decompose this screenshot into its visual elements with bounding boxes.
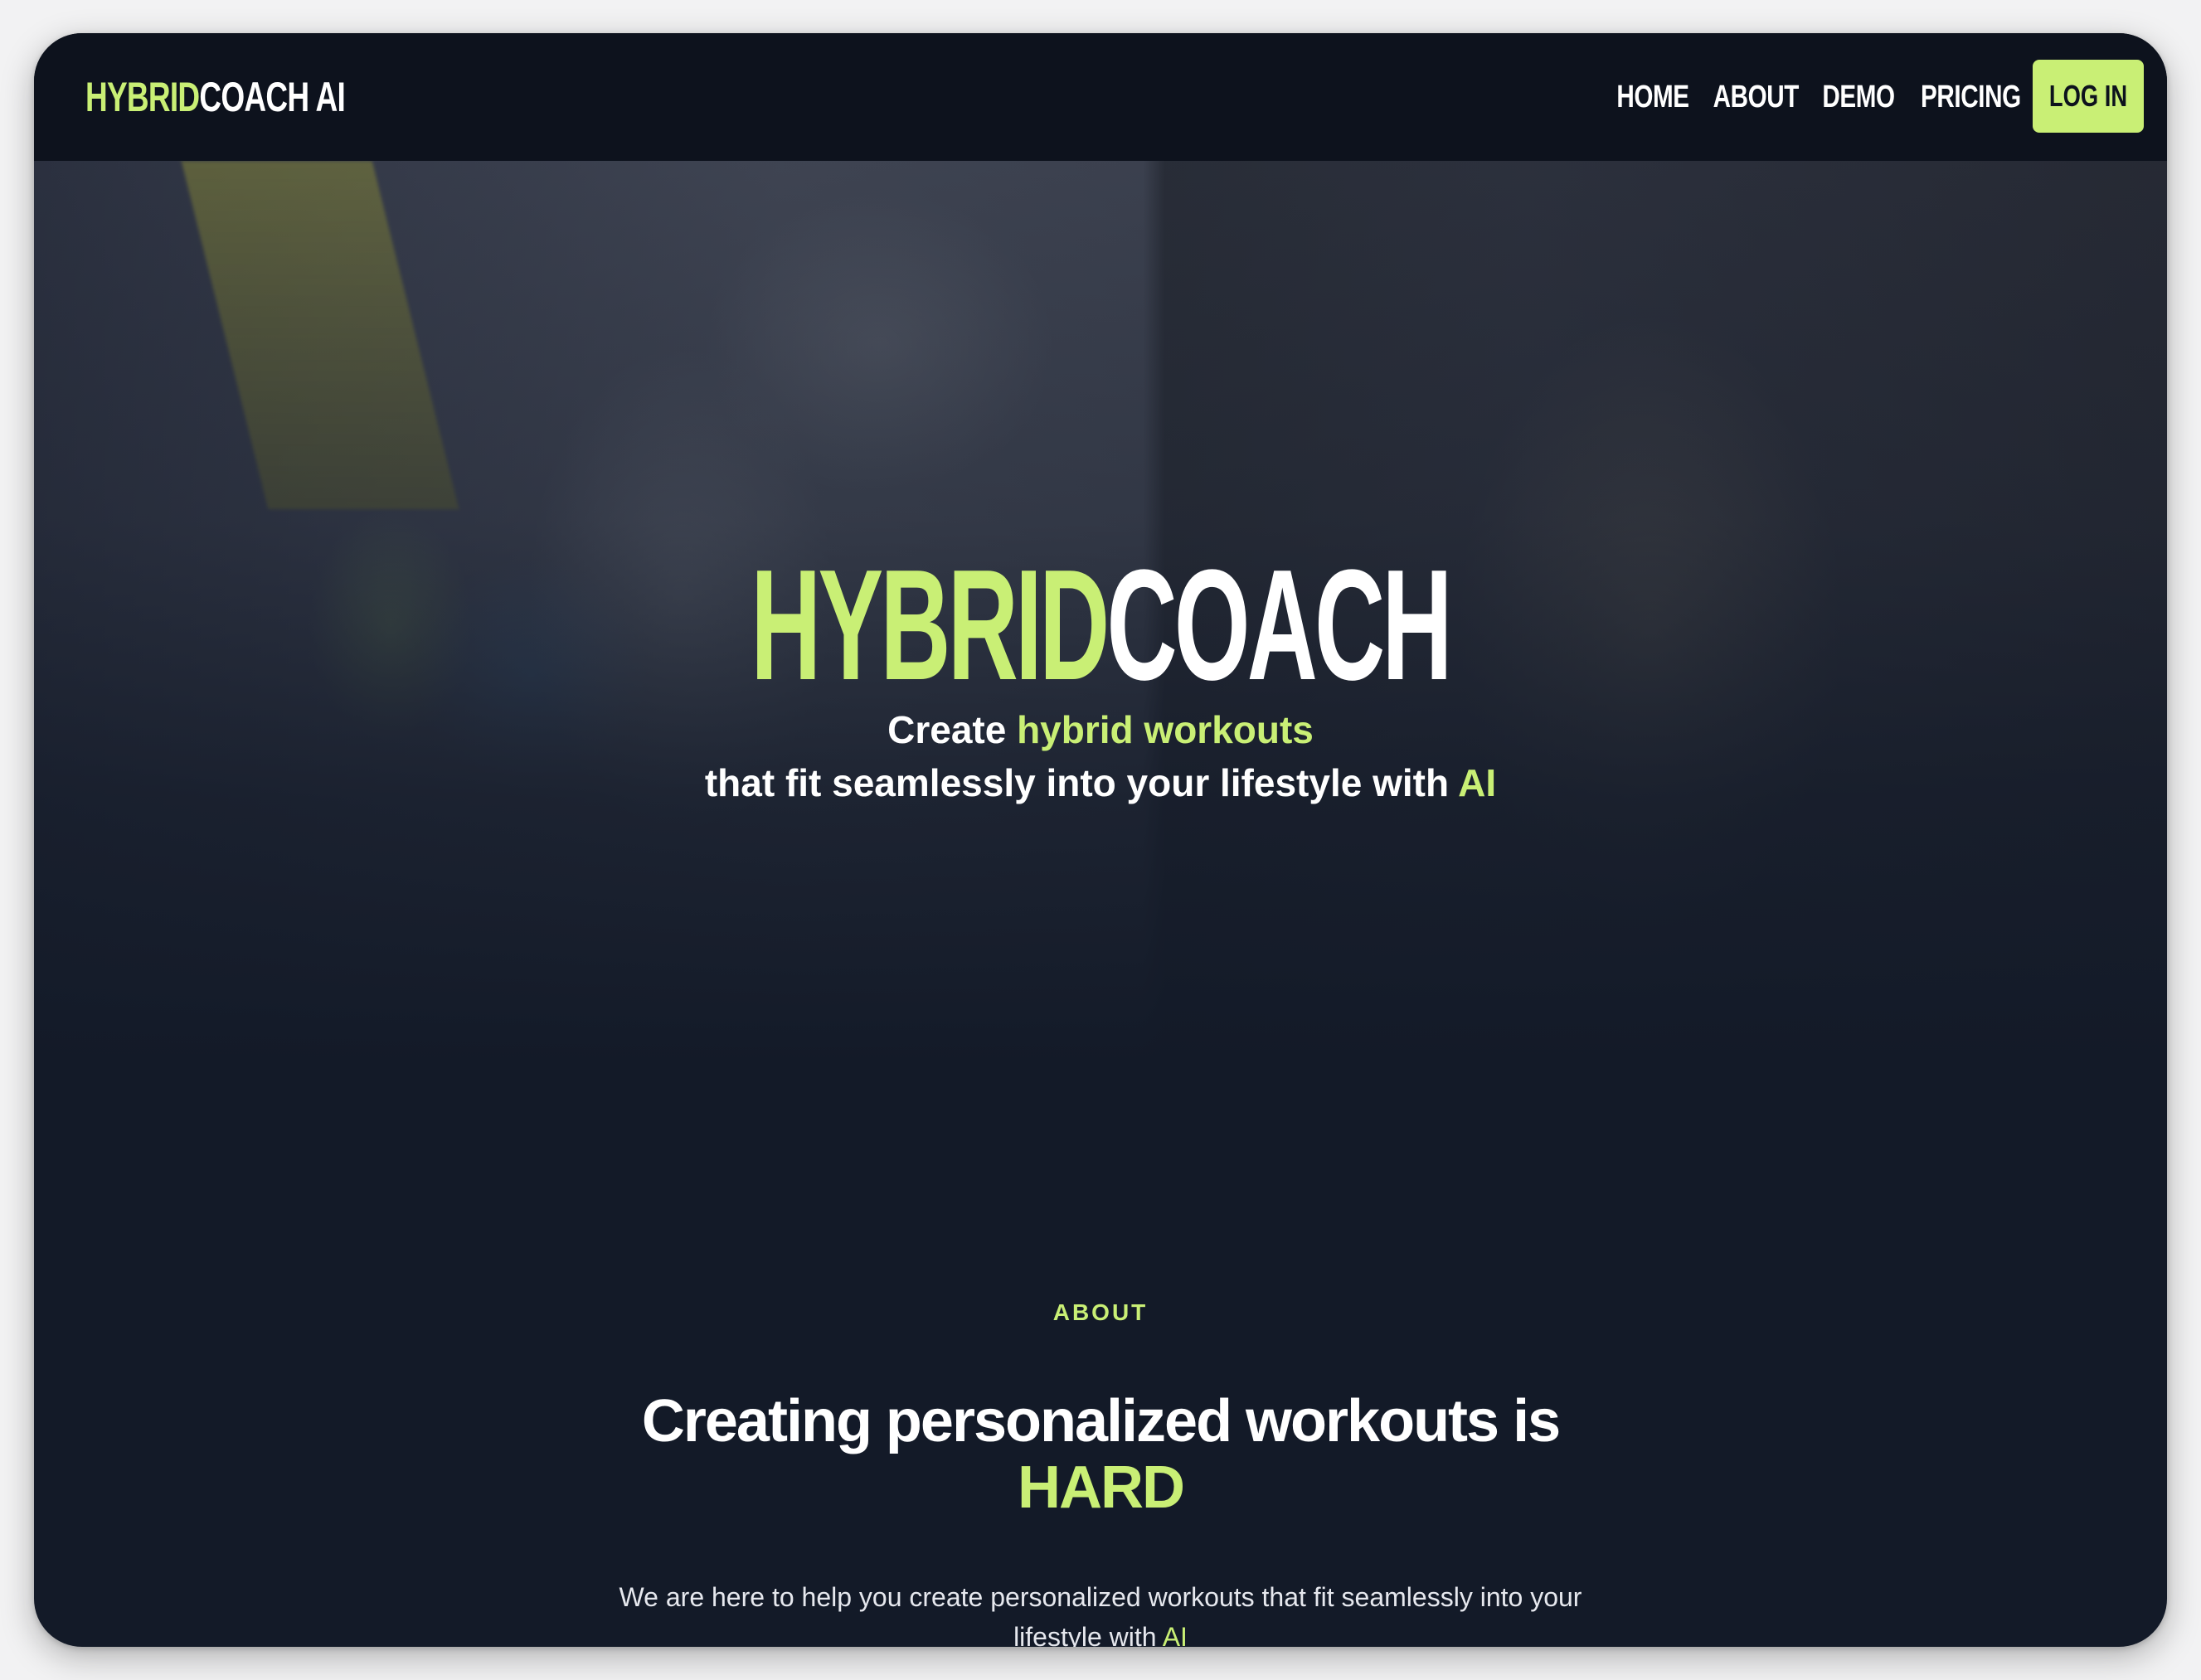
nav-links: HOME ABOUT DEMO PRICING (1615, 70, 2027, 124)
about-eyebrow: ABOUT (1052, 1299, 1149, 1325)
about-body: We are here to help you create personali… (34, 1577, 2167, 1647)
hero-title-rest: COACH (1106, 537, 1453, 713)
login-button-label: LOG IN (2048, 79, 2128, 113)
about-body-line1: We are here to help you create personali… (619, 1582, 1582, 1612)
hero-title: HYBRIDCOACH (34, 546, 2167, 704)
logo-text: COACH AI (199, 74, 346, 120)
about-body-line2-prefix: lifestyle with (1013, 1622, 1163, 1647)
hero-subtitle: Create hybrid workouts that fit seamless… (34, 703, 2167, 809)
browser-window: HYBRIDCOACH AI HOME ABOUT DEMO PRICING L… (34, 33, 2167, 1647)
logo-accent-text: HYBRID (85, 74, 200, 120)
nav-link-demo[interactable]: DEMO (1822, 80, 1895, 115)
about-body-line2-accent: AI (1162, 1622, 1188, 1647)
hero-sub-line2-prefix: that fit seamlessly into your lifestyle … (704, 761, 1459, 804)
about-heading: Creating personalized workouts is HARD (34, 1388, 2167, 1521)
top-navbar: HYBRIDCOACH AI HOME ABOUT DEMO PRICING L… (34, 33, 2167, 161)
nav-link-pricing[interactable]: PRICING (1921, 80, 2021, 115)
brand-logo[interactable]: HYBRIDCOACH AI (85, 70, 346, 124)
about-heading-text: Creating personalized workouts is (641, 1388, 1561, 1454)
nav-link-home[interactable]: HOME (1616, 80, 1689, 115)
about-heading-accent: HARD (1018, 1454, 1185, 1521)
hero-sub-line2-accent: AI (1458, 761, 1497, 804)
nav-link-about[interactable]: ABOUT (1713, 80, 1799, 115)
hero-title-accent: HYBRID (751, 537, 1110, 713)
hero-sub-line1-prefix: Create (887, 708, 1018, 751)
hero-sub-line1-accent: hybrid workouts (1017, 708, 1314, 751)
login-button[interactable]: LOG IN (2033, 60, 2144, 133)
hero-section: HYBRIDCOACH Create hybrid workouts that … (34, 161, 2167, 1189)
